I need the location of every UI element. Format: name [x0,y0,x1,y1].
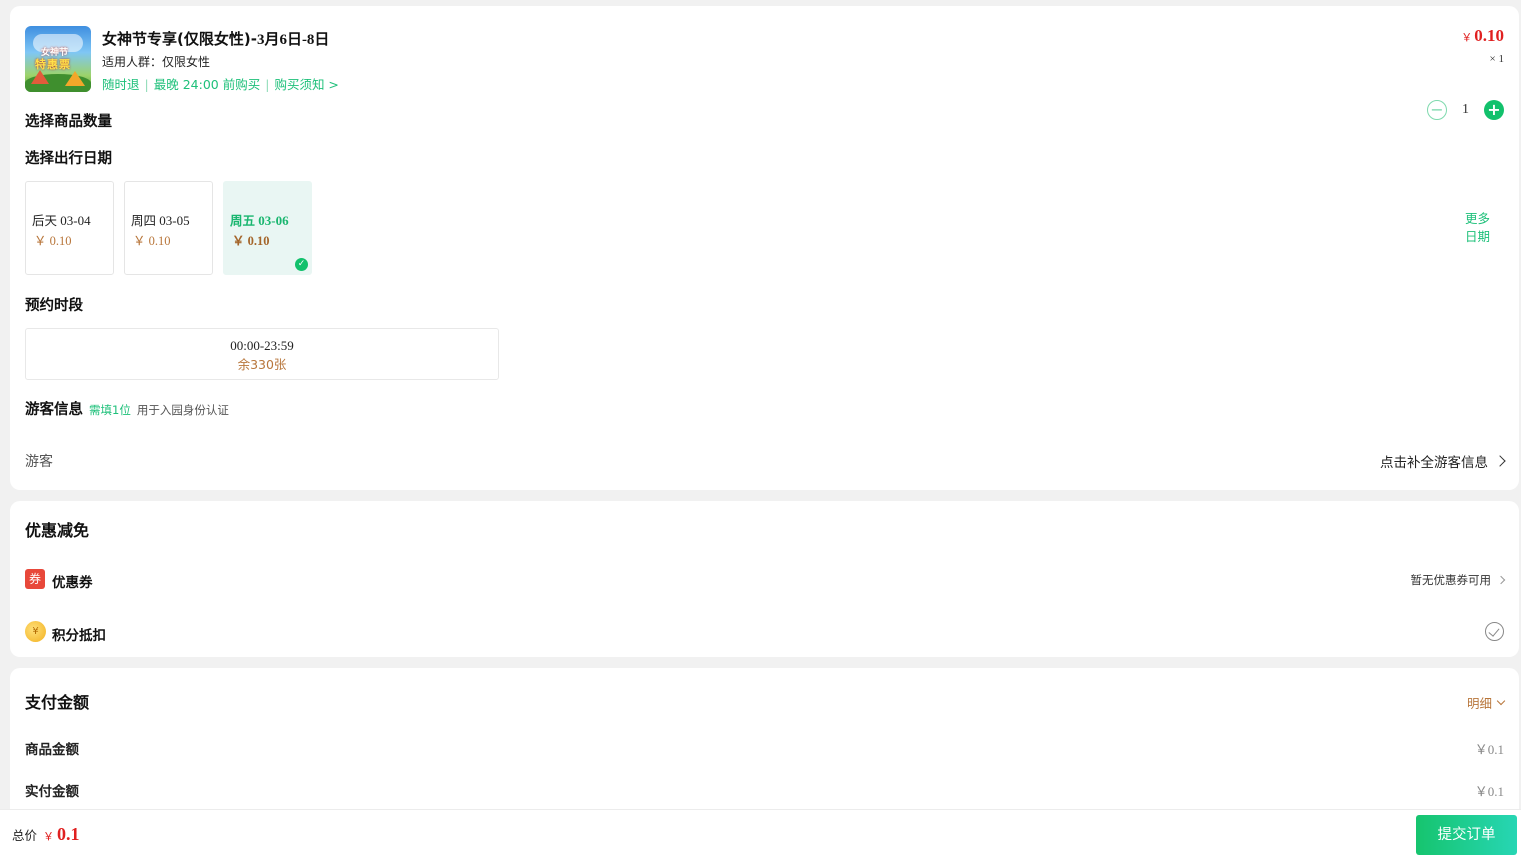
quantity-stepper: − 1 + [1427,99,1504,121]
date-label: 选择出行日期 [25,151,112,167]
complete-visitor-info-button[interactable]: 点击补全游客信息 [1380,451,1506,471]
product-thumbnail: 女神节 特惠票 [25,26,91,92]
purchase-notice-link[interactable]: 购买须知 > [274,77,338,92]
submit-order-button[interactable]: 提交订单 [1416,815,1517,855]
chevron-right-icon [1496,575,1506,585]
product-crowd: 适用人群：仅限女性 [102,55,211,69]
quantity-label: 选择商品数量 [25,114,112,130]
paid-amount-label: 实付金额 [25,784,79,800]
points-coin-icon: ¥ [25,621,46,642]
booking-card: 女神节 特惠票 女神节专享(仅限女性)-3月6日-8日 适用人群：仅限女性 随时… [10,6,1519,490]
quantity-value: 1 [1462,102,1469,117]
discount-card: 优惠减免 券 优惠券 暂无优惠券可用 ¥ 积分抵扣 [10,501,1519,657]
visitor-header: 游客信息 需填1位 用于入园身份认证 [25,398,229,419]
total-label: 总价 [12,828,38,843]
discount-title: 优惠减免 [25,521,90,540]
currency-symbol: ￥ [43,831,55,843]
visitor-label: 游客信息 [25,402,83,418]
date-option-selected[interactable]: 周五 03-06 ￥ 0.10 ✓ [223,181,312,275]
chevron-down-icon [1496,696,1506,706]
coupon-icon: 券 [25,569,45,589]
deadline-tag: 最晚 24:00 前购买 [153,77,261,92]
time-slot-time: 00:00-23:59 [230,338,294,353]
paid-amount-value: ￥0.1 [1474,784,1504,799]
total-price: 总价 ￥ 0.1 [12,824,80,845]
time-slot-option[interactable]: 00:00-23:59 余330张 [25,328,499,380]
goods-amount-label: 商品金额 [25,742,79,758]
coupon-label: 优惠券 [52,575,93,591]
payment-title: 支付金额 [25,693,90,712]
visitor-row-label: 游客 [25,454,53,470]
date-option[interactable]: 后天 03-04 ￥ 0.10 [25,181,114,275]
bottom-bar: 总价 ￥ 0.1 提交订单 [0,809,1521,856]
payment-detail-toggle[interactable]: 明细 [1467,693,1506,712]
product-title: 女神节专享(仅限女性)-3月6日-8日 [102,30,330,48]
points-label: 积分抵扣 [52,628,106,644]
refund-tag: 随时退 [102,77,140,92]
product-tags: 随时退 | 最晚 24:00 前购买 | 购买须知 > [102,77,339,92]
points-toggle-check-icon[interactable] [1485,622,1504,641]
visitor-required: 需填1位 [89,403,131,417]
visitor-hint: 用于入园身份认证 [136,403,229,417]
plus-button[interactable]: + [1484,100,1504,120]
payment-card: 支付金额 明细 商品金额 ￥0.1 实付金额 ￥0.1 [10,668,1519,818]
product-price: ￥ 0.10 [1461,26,1504,45]
date-option[interactable]: 周四 03-05 ￥ 0.10 [124,181,213,275]
time-slot-label: 预约时段 [25,298,83,314]
chevron-right-icon [1494,455,1506,467]
coupon-selector[interactable]: 暂无优惠券可用 [1411,572,1506,588]
more-dates-link[interactable]: 更多日期 [1465,210,1493,246]
goods-amount-value: ￥0.1 [1474,742,1504,757]
minus-button[interactable]: − [1427,100,1447,120]
product-quantity: × 1 [1489,53,1504,65]
total-amount: 0.1 [57,824,80,844]
check-icon: ✓ [295,258,308,271]
time-slot-remaining: 余330张 [237,357,287,372]
